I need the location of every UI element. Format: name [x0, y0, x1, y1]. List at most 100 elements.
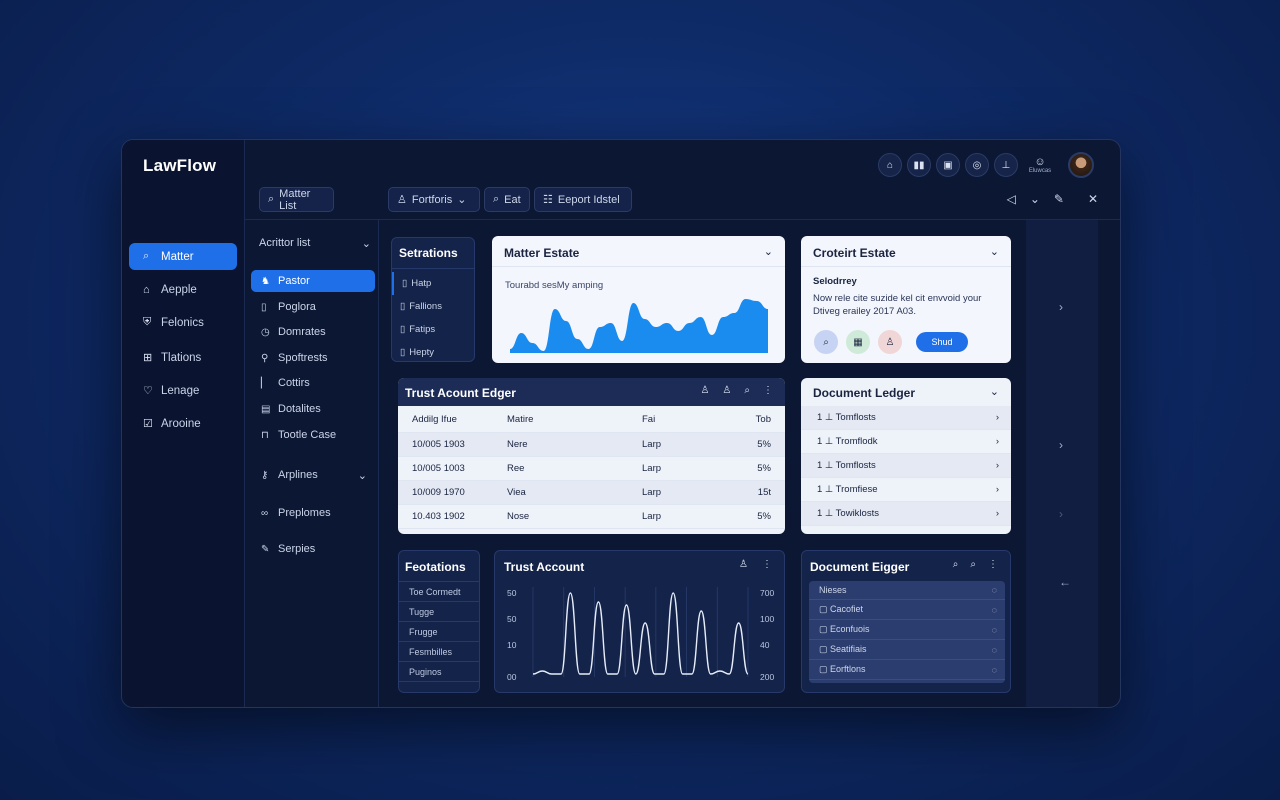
matter-estate-chart — [510, 299, 768, 353]
chevron-right-icon: › — [995, 412, 999, 423]
arrow-left-icon[interactable]: ← — [1059, 575, 1071, 589]
search-icon[interactable]: ⌕ — [744, 385, 750, 396]
trust-account-tools: ♙ ⋮ — [739, 559, 772, 570]
sub-nav-label: Cottirs — [278, 377, 310, 389]
list-item[interactable]: 1 ⊥ Tomflosts › — [801, 454, 1011, 478]
settings-item-label: Hatp — [411, 278, 432, 289]
sub-sidebar-header[interactable]: Acrittor list ⌄ — [259, 237, 371, 250]
chevron-down-icon[interactable]: ⌄ — [990, 245, 999, 258]
list-item[interactable]: 1 ⊥ Tromfiese › — [801, 478, 1011, 502]
image-icon[interactable]: ▦ — [846, 330, 870, 354]
chevron-right-icon: › — [995, 508, 999, 519]
status-indicator[interactable]: ☺ Eluwcas — [1023, 156, 1057, 174]
settings-item-label: Fatips — [409, 324, 436, 335]
filter-dropdown[interactable]: ♙ Fortforis ⌄ — [388, 187, 480, 212]
sub-nav-item[interactable]: ∞ Preplomes — [251, 502, 375, 524]
settings-item[interactable]: ▯ Hatp — [392, 272, 476, 295]
list-item[interactable]: ▢ Seatifiais ◌ — [809, 640, 1005, 660]
shield-icon: ⛨ — [143, 316, 152, 328]
pen-icon: ✎ — [261, 543, 270, 555]
check-circle-icon: ◌ — [991, 585, 997, 595]
left-nav-item[interactable]: ☑ Arooine — [129, 410, 237, 437]
table-row[interactable]: 10.403 1902 Nose Larp 5% — [398, 505, 785, 529]
person-icon[interactable]: ♙ — [739, 559, 748, 570]
list-item[interactable]: 1 ⊥ Towiklosts › — [801, 502, 1011, 526]
app-logo: LawFlow — [143, 156, 217, 175]
chevron-right-icon[interactable]: › — [1059, 438, 1063, 452]
left-nav-item[interactable]: ⌂ Aepple — [129, 276, 237, 303]
table-cell: 5% — [757, 439, 771, 450]
more-icon[interactable]: ⋮ — [763, 385, 773, 396]
list-item[interactable]: 1 ⊥ Tomflosts › — [801, 406, 1011, 430]
search-icon[interactable]: ⌕ — [970, 559, 976, 570]
user-icon[interactable]: ♙ — [878, 330, 902, 354]
send-button[interactable]: Shud — [916, 332, 968, 352]
table-row[interactable]: 10/005 1003 Ree Larp 5% — [398, 457, 785, 481]
inbox-icon[interactable]: ▣ — [936, 153, 960, 177]
send-icon[interactable]: ◁ — [1007, 192, 1016, 206]
feotation-item[interactable]: Tugge — [399, 602, 479, 622]
book-icon[interactable]: ▮▮ — [907, 153, 931, 177]
list-item[interactable]: ▢ Cacofiet ◌ — [809, 600, 1005, 620]
feotation-item[interactable]: Puginos — [399, 662, 479, 682]
trust-ledger-card: Trust Acount Edger ♙ ♙ ⌕ ⋮ Addilg Ifue Ma… — [398, 378, 785, 534]
table-cell: 15t — [757, 487, 771, 498]
sub-nav-item[interactable]: ▯ Poglora — [251, 296, 375, 318]
sub-nav-item[interactable]: ⚲ Spoftrests — [251, 347, 375, 369]
matter-list-search[interactable]: ⌕ Matter List — [259, 187, 334, 212]
chevron-down-icon[interactable]: ⌄ — [1030, 192, 1040, 206]
pen-icon[interactable]: ✎ — [1054, 192, 1064, 206]
chevron-down-icon[interactable]: ⌄ — [764, 245, 773, 258]
right-rail: › › › ← — [1026, 220, 1098, 707]
left-nav-item[interactable]: ⌕ Matter — [129, 243, 237, 270]
sub-nav-item[interactable]: ▏ Cottirs — [251, 372, 375, 394]
left-nav-item[interactable]: ⛨ Felonics — [129, 309, 237, 336]
sub-nav-item[interactable]: ⚷ Arplines ⌄ — [251, 464, 375, 486]
settings-item[interactable]: ▯ Hepty — [392, 341, 476, 364]
sub-nav-item[interactable]: ♞ Pastor — [251, 270, 375, 292]
matter-estate-title: Matter Estate — [504, 246, 580, 260]
list-item[interactable]: ▢ Econfuois ◌ — [809, 620, 1005, 640]
more-icon[interactable]: ⋮ — [988, 559, 998, 570]
sub-nav-item[interactable]: ⊓ Tootle Case — [251, 424, 375, 446]
doc-eigger-items: ▢ Cacofiet ◌ ▢ Econfuois ◌ ▢ Seatifiais ◌ ▢ Eo… — [809, 600, 1005, 680]
chevron-right-icon[interactable]: › — [1059, 507, 1063, 521]
chevron-right-icon: › — [995, 436, 999, 447]
chevron-right-icon[interactable]: › — [1059, 300, 1063, 314]
more-icon[interactable]: ⋮ — [762, 559, 772, 570]
search-icon[interactable]: ⌕ — [814, 330, 838, 354]
edit-button[interactable]: ⌕ Eat — [484, 187, 530, 212]
upload-icon[interactable]: ⊥ — [994, 153, 1018, 177]
person-icon[interactable]: ♙ — [722, 385, 731, 396]
filter-label: Fortforis — [411, 193, 453, 206]
left-nav: ⌕ Matter ⌂ Aepple ⛨ Felonics ⊞ Tlations ♡ Lenage ☑… — [129, 243, 237, 443]
pin-icon: ⚲ — [261, 352, 269, 364]
list-item[interactable]: ▢ Eorftlons ◌ — [809, 660, 1005, 680]
table-row[interactable]: 10/005 1903 Nere Larp 5% — [398, 433, 785, 457]
feotation-item[interactable]: Frugge — [399, 622, 479, 642]
user-icon[interactable]: ♙ — [700, 385, 709, 396]
report-button[interactable]: ☷ Eeport Idstel — [534, 187, 632, 212]
table-row[interactable]: 10/009 1970 Viea Larp 15t — [398, 481, 785, 505]
sub-nav-item[interactable]: ◷ Domrates — [251, 321, 375, 343]
list-item[interactable]: 1 ⊥ Tromflodk › — [801, 430, 1011, 454]
feotation-item[interactable]: Fesmbilles — [399, 642, 479, 662]
chevron-down-icon[interactable]: ⌄ — [990, 385, 999, 398]
table-icon: ▤ — [261, 403, 271, 415]
sub-nav-item[interactable]: ▤ Dotalites — [251, 398, 375, 420]
trust-account-panel: Trust Account ♙ ⋮ 50 700 50 100 10 40 00 200 — [494, 550, 785, 693]
search-icon[interactable]: ⌕ — [953, 559, 959, 570]
feotation-item[interactable]: Toe Cormedt — [399, 582, 479, 602]
y-tick-left: 50 — [507, 588, 517, 598]
settings-panel: Setrations ▯ Hatp ▯ Fallions ▯ Fatips ▯ Hepty — [391, 237, 475, 362]
doc-eigger-list: Nieses ◌ ▢ Cacofiet ◌ ▢ Econfuois ◌ ▢ Seatif… — [809, 581, 1005, 683]
settings-item[interactable]: ▯ Fallions — [392, 295, 476, 318]
sub-nav-item[interactable]: ✎ Serpies — [251, 538, 375, 560]
globe-icon[interactable]: ◎ — [965, 153, 989, 177]
home-icon[interactable]: ⌂ — [878, 153, 902, 177]
close-icon[interactable]: ✕ — [1088, 192, 1098, 206]
left-nav-item[interactable]: ♡ Lenage — [129, 377, 237, 404]
avatar[interactable] — [1068, 152, 1094, 178]
left-nav-item[interactable]: ⊞ Tlations — [129, 344, 237, 371]
settings-item[interactable]: ▯ Fatips — [392, 318, 476, 341]
